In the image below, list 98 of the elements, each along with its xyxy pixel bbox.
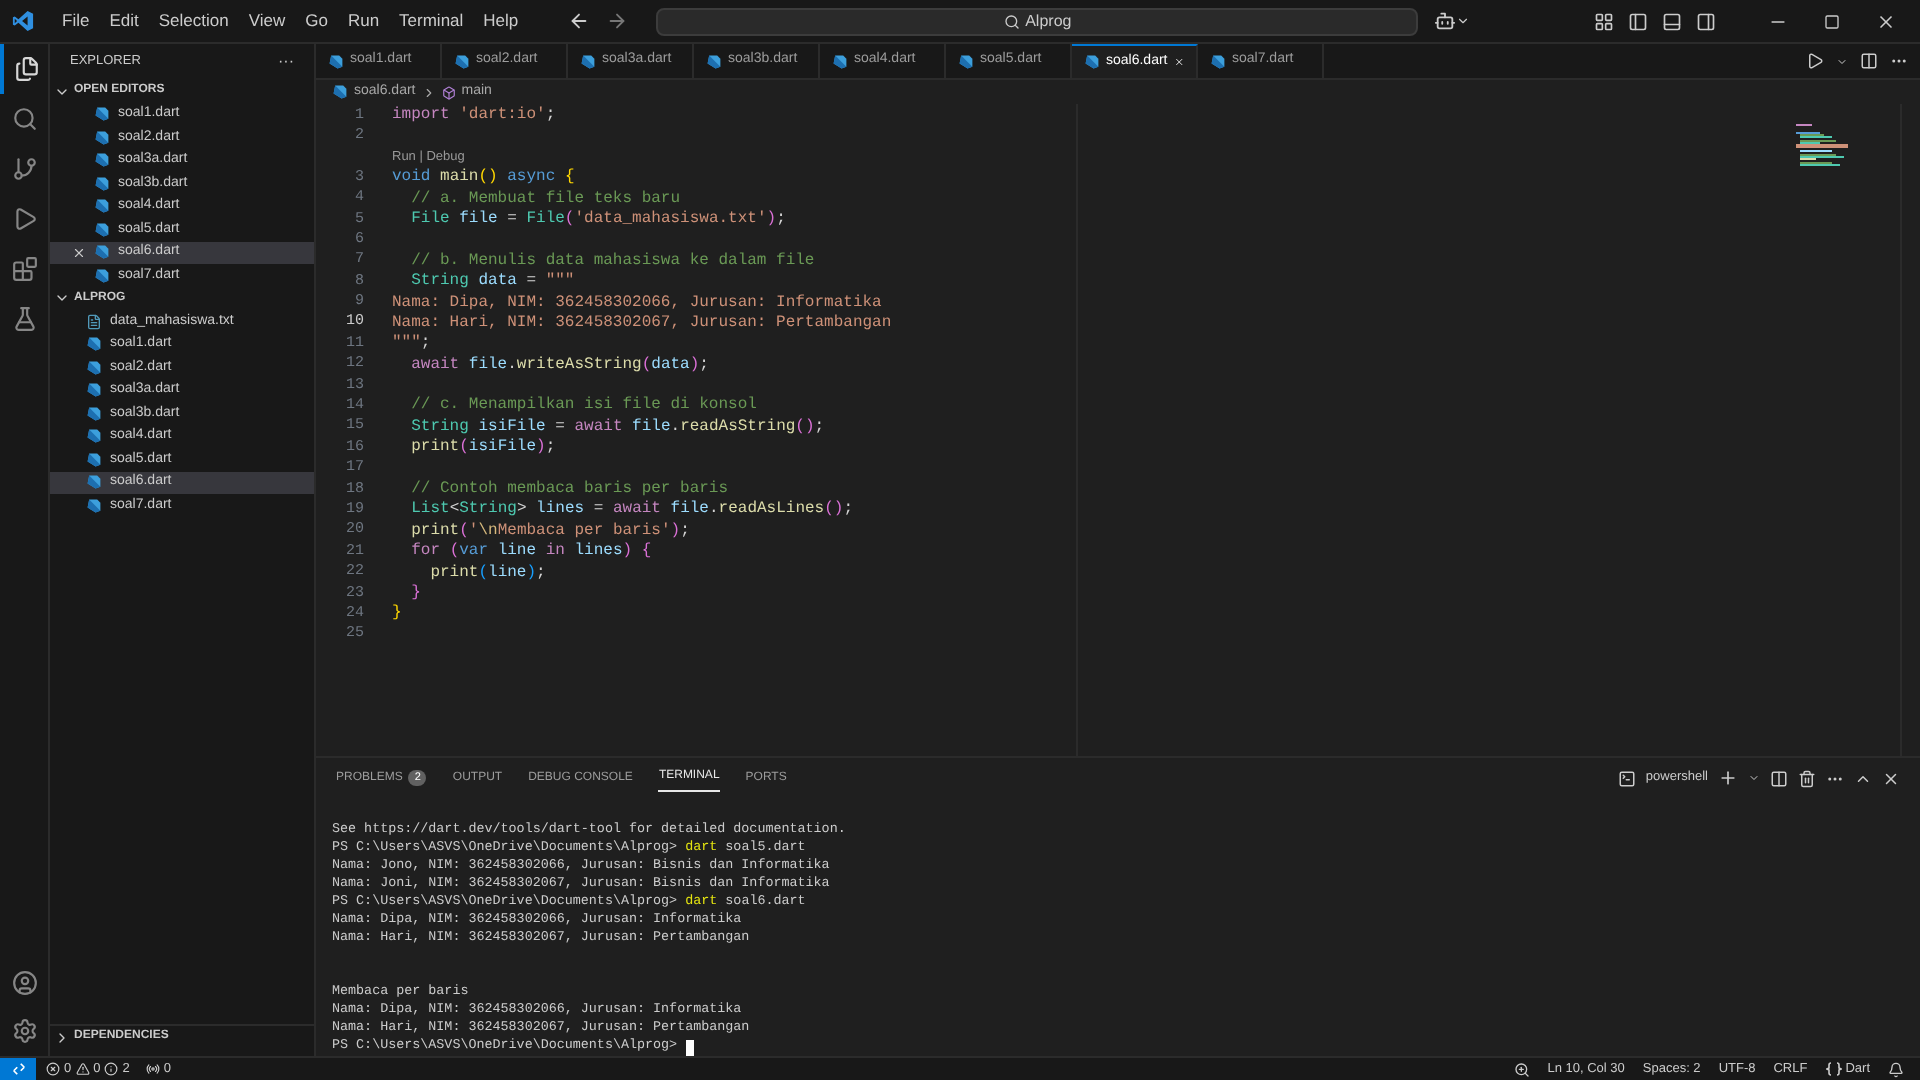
code-line: String data = """ bbox=[409, 272, 575, 294]
info-icon bbox=[104, 1062, 119, 1076]
trash-icon[interactable] bbox=[1798, 769, 1816, 787]
code-line: Nama: Dipa, NIM: 362458302066, Jurusan: Informatika bbox=[392, 293, 882, 314]
run-debug-icon[interactable] bbox=[11, 206, 37, 232]
code-line: String isiFile = await file.readAsString(); bbox=[409, 417, 825, 438]
panel-toggle-icon[interactable] bbox=[1662, 11, 1682, 31]
settings-icon[interactable] bbox=[11, 1018, 37, 1044]
account-icon[interactable] bbox=[11, 970, 37, 996]
menu-item[interactable]: File bbox=[52, 8, 100, 34]
back-icon[interactable] bbox=[568, 10, 591, 32]
dart-file-icon bbox=[86, 451, 102, 468]
app-logo-icon bbox=[12, 10, 34, 32]
explorer-icon[interactable] bbox=[13, 56, 39, 82]
code-line: // a. Membuat file teks baru bbox=[409, 189, 681, 210]
code-line: print(line); bbox=[428, 563, 546, 584]
layout-icon[interactable] bbox=[1594, 11, 1614, 31]
warning-icon bbox=[75, 1062, 90, 1076]
dart-file-icon bbox=[94, 244, 110, 261]
search-field[interactable]: Alprog bbox=[656, 7, 1419, 35]
secondary-sidebar-icon[interactable] bbox=[1696, 11, 1716, 31]
forward-icon[interactable] bbox=[606, 10, 629, 32]
dart-file-icon bbox=[86, 497, 102, 514]
code-line: } bbox=[392, 604, 402, 626]
close-icon[interactable] bbox=[1882, 769, 1900, 787]
more-actions[interactable]: ··· bbox=[278, 50, 294, 74]
dart-file-icon bbox=[94, 129, 110, 146]
dart-file-icon bbox=[332, 84, 348, 100]
dart-file-icon bbox=[94, 267, 110, 284]
menu-item[interactable]: Edit bbox=[99, 8, 149, 34]
extensions-icon[interactable] bbox=[11, 256, 37, 282]
search-icon[interactable] bbox=[11, 106, 37, 132]
menu-item[interactable]: Selection bbox=[148, 8, 239, 34]
code-line: Nama: Hari, NIM: 362458302067, Jurusan: Pertambangan bbox=[392, 313, 892, 334]
remote-icon bbox=[11, 1062, 25, 1076]
dart-file-icon bbox=[328, 53, 344, 69]
menu-item[interactable]: Go bbox=[295, 8, 338, 34]
run-icon[interactable] bbox=[1806, 52, 1824, 70]
split-editor-icon[interactable] bbox=[1860, 52, 1878, 70]
dart-file-icon bbox=[94, 198, 110, 215]
flask-icon[interactable] bbox=[11, 306, 37, 332]
code-line: await file.writeAsString(data); bbox=[409, 355, 709, 377]
dart-file-icon bbox=[1084, 54, 1100, 70]
dart-file-icon bbox=[580, 53, 596, 69]
sidebar-toggle-icon[interactable] bbox=[1628, 11, 1648, 31]
robot-icon[interactable] bbox=[1434, 10, 1457, 32]
zoom-icon[interactable] bbox=[1513, 1061, 1530, 1077]
code-line: // b. Menulis data mahasiswa ke dalam file bbox=[409, 251, 815, 272]
close-icon[interactable] bbox=[1876, 11, 1896, 31]
code-line: print(isiFile); bbox=[409, 438, 556, 460]
dart-file-icon bbox=[86, 405, 102, 422]
chevron-icon[interactable] bbox=[1456, 14, 1471, 28]
dart-file-icon bbox=[94, 221, 110, 238]
code-line: void main() async { bbox=[392, 168, 575, 190]
code-line: // Contoh membaca baris per baris bbox=[409, 480, 729, 500]
remote-button[interactable] bbox=[0, 1058, 36, 1080]
dart-file-icon bbox=[454, 53, 470, 69]
search-icon bbox=[1003, 13, 1020, 29]
split-terminal-icon[interactable] bbox=[1770, 769, 1788, 787]
menu-item[interactable]: View bbox=[238, 8, 296, 34]
menu-item[interactable]: Run bbox=[337, 8, 390, 34]
text-file-icon bbox=[86, 313, 102, 330]
dart-file-icon bbox=[86, 474, 102, 491]
code-line: // c. Menampilkan isi file di konsol bbox=[409, 396, 757, 418]
new-terminal-icon[interactable] bbox=[1718, 768, 1738, 788]
error-icon bbox=[46, 1062, 60, 1076]
dart-file-icon bbox=[86, 336, 102, 353]
code-line: List<String> lines = await file.readAsLines(); bbox=[409, 500, 854, 522]
braces-icon bbox=[1825, 1062, 1842, 1076]
dart-file-icon bbox=[706, 53, 722, 69]
dart-file-icon bbox=[86, 359, 102, 376]
chevron-icon bbox=[421, 85, 436, 99]
code-line: print('\nMembaca per baris'); bbox=[409, 521, 690, 542]
code-line: for (var line in lines) { bbox=[409, 542, 652, 564]
dart-file-icon bbox=[958, 53, 974, 69]
code-line: File file = File('data_mahasiswa.txt'); bbox=[409, 209, 786, 231]
notifications-icon[interactable] bbox=[1888, 1061, 1904, 1077]
close-icon[interactable] bbox=[1173, 54, 1184, 70]
menu-item[interactable]: Terminal bbox=[389, 8, 474, 34]
code-line: } bbox=[409, 583, 421, 605]
symbol-icon bbox=[441, 85, 456, 99]
minimap-drawing bbox=[1796, 124, 1848, 168]
dart-file-icon bbox=[94, 106, 110, 123]
dart-file-icon bbox=[832, 53, 848, 69]
restore-icon[interactable] bbox=[1824, 13, 1840, 29]
terminal-cursor bbox=[685, 1039, 694, 1055]
source-control-icon[interactable] bbox=[11, 156, 37, 182]
dart-file-icon bbox=[1210, 53, 1226, 69]
menu-item[interactable]: Help bbox=[473, 8, 529, 34]
dart-file-icon bbox=[86, 382, 102, 399]
dart-file-icon bbox=[94, 152, 110, 169]
dart-file-icon bbox=[94, 175, 110, 192]
terminal-icon bbox=[1617, 769, 1636, 787]
close-icon[interactable] bbox=[72, 245, 86, 260]
broadcast-icon bbox=[145, 1062, 160, 1076]
code-line: import 'dart:io'; bbox=[392, 106, 556, 127]
dart-file-icon bbox=[86, 428, 102, 445]
code-line: """; bbox=[392, 334, 431, 356]
